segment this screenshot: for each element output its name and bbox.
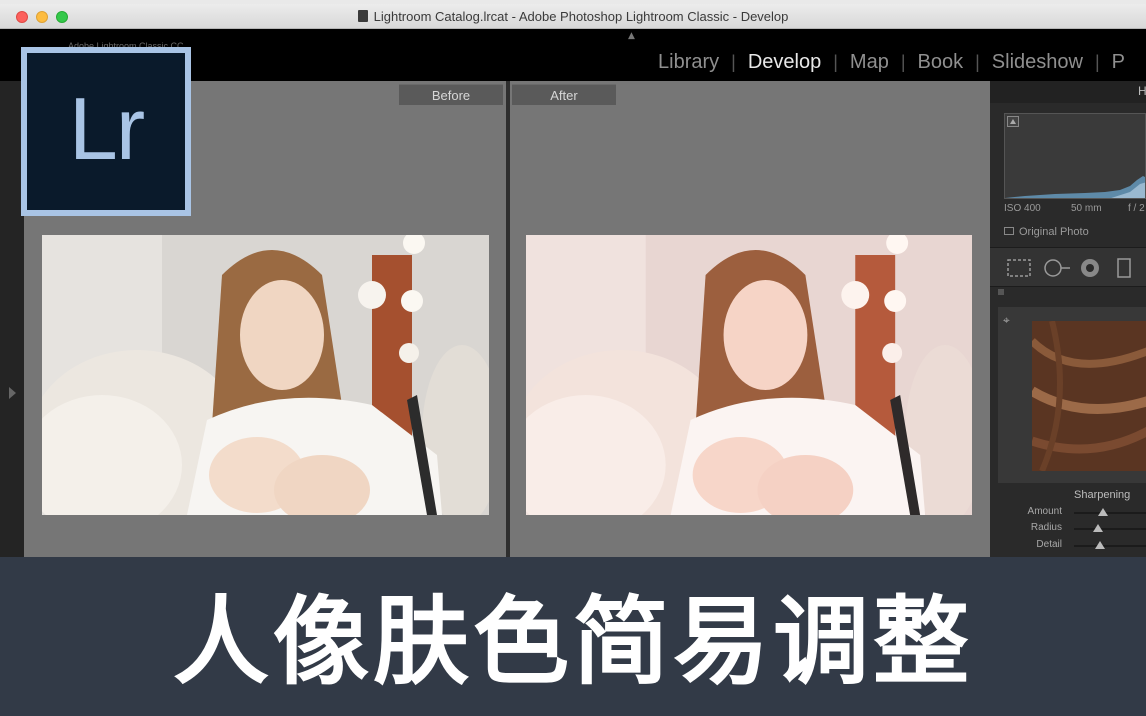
original-photo-toggle[interactable]: Original Photo (1004, 226, 1089, 238)
window-title: Lightroom Catalog.lrcat - Adobe Photosho… (0, 9, 1146, 24)
sharpening-title: Sharpening (1074, 489, 1131, 501)
module-separator: | (900, 52, 906, 72)
red-eye-icon[interactable] (1078, 258, 1102, 278)
module-separator: | (1094, 52, 1100, 72)
module-separator: | (833, 52, 838, 72)
detail-zoom-image (1032, 321, 1146, 471)
before-photo-image (42, 235, 489, 515)
amount-label: Amount (1027, 506, 1062, 517)
before-photo (42, 235, 489, 515)
module-library[interactable]: Library (658, 51, 719, 74)
module-develop[interactable]: Develop (748, 51, 821, 74)
graduated-filter-icon[interactable] (1116, 258, 1132, 278)
detail-thumb[interactable] (1094, 541, 1105, 549)
module-book[interactable]: Book (918, 51, 964, 74)
crop-overlay-icon[interactable] (1006, 258, 1032, 278)
module-separator: | (731, 52, 736, 72)
sharpening-radius-slider[interactable]: Radius (990, 522, 1146, 536)
panel-resize-handle[interactable] (998, 289, 1004, 295)
detail-label: Detail (1036, 539, 1062, 550)
collapse-top-panel-icon[interactable]: ▲ (628, 31, 635, 41)
shadow-clipping-icon[interactable] (1007, 116, 1019, 127)
caption-text: 人像肤色简易调整 (173, 586, 973, 698)
detail-preview-panel: ⌖ (998, 307, 1146, 483)
before-label: Before (399, 84, 503, 105)
sharpening-amount-slider[interactable]: Amount (990, 506, 1146, 520)
module-picker: Library | Develop | Map | Book | Slidesh… (658, 51, 1125, 74)
amount-track[interactable] (1074, 512, 1146, 514)
module-map[interactable]: Map (850, 51, 889, 74)
module-slideshow[interactable]: Slideshow (992, 51, 1083, 74)
lightroom-logo-inner: Lr (27, 53, 185, 210)
tool-strip (990, 247, 1146, 287)
radius-label: Radius (1030, 522, 1062, 533)
right-panel: H ISO 400 50 mm f / 2 Original Photo ⌖ S… (990, 81, 1146, 557)
after-label: After (512, 84, 616, 105)
histogram-header: H (990, 81, 1146, 103)
detail-track[interactable] (1074, 545, 1146, 547)
lightroom-logo-text: Lr (68, 78, 145, 178)
after-photo-image (526, 235, 972, 515)
after-pane: After (510, 81, 990, 557)
module-separator: | (975, 52, 980, 72)
module-print[interactable]: P (1112, 51, 1125, 74)
expand-left-panel-icon[interactable] (9, 387, 16, 399)
window-titlebar: Lightroom Catalog.lrcat - Adobe Photosho… (0, 4, 1146, 29)
meta-iso: ISO 400 (1004, 203, 1041, 214)
original-photo-checkbox[interactable] (1004, 227, 1014, 235)
amount-thumb[interactable] (1097, 508, 1108, 516)
original-photo-label: Original Photo (1019, 226, 1089, 238)
spot-removal-icon[interactable] (1042, 258, 1072, 278)
sharpening-detail-slider[interactable]: Detail (990, 539, 1146, 553)
meta-focal-length: 50 mm (1071, 203, 1102, 214)
caption-banner: 人像肤色简易调整 (0, 557, 1146, 716)
window-title-text: Lightroom Catalog.lrcat - Adobe Photosho… (373, 9, 789, 24)
radius-track[interactable] (1074, 528, 1146, 530)
histogram[interactable] (1004, 113, 1146, 199)
lightroom-logo: Lr (21, 47, 191, 216)
detail-zoom-preview[interactable] (1032, 321, 1146, 471)
after-photo (526, 235, 972, 515)
target-adjust-icon[interactable]: ⌖ (1003, 313, 1010, 328)
radius-thumb[interactable] (1093, 524, 1104, 532)
meta-aperture: f / 2 (1128, 203, 1145, 214)
histogram-title: H (1138, 84, 1146, 98)
document-icon (357, 10, 368, 22)
histogram-graph (1005, 176, 1145, 198)
